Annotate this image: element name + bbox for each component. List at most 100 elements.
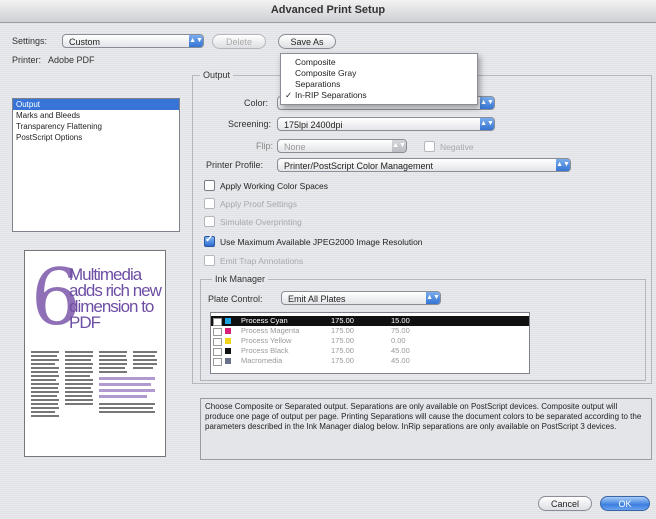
ink-name: Process Magenta	[241, 326, 300, 335]
menu-item-composite[interactable]: Composite	[281, 57, 477, 68]
save-as-button[interactable]: Save As	[278, 34, 336, 49]
menu-item-label: In-RIP Separations	[295, 90, 367, 100]
menu-item-composite-gray[interactable]: Composite Gray	[281, 68, 477, 79]
simulate-overprinting-label: Simulate Overprinting	[220, 216, 302, 227]
printer-profile-label: Printer Profile:	[206, 160, 264, 170]
ink-name: Process Black	[241, 346, 289, 355]
printer-label: Printer:	[12, 55, 42, 65]
menu-item-label: Composite	[295, 57, 336, 67]
chevron-updown-icon: ▲▼	[426, 292, 440, 304]
ink-row[interactable]: Macromedia 175.00 45.00	[211, 356, 529, 366]
apply-working-color-spaces-label: Apply Working Color Spaces	[220, 180, 329, 191]
preview-body-text	[31, 351, 157, 417]
apply-proof-settings-label: Apply Proof Settings	[220, 198, 298, 209]
ink-frequency: 175.00	[331, 356, 354, 365]
settings-popup[interactable]: Custom ▲▼	[62, 34, 204, 48]
ink-angle: 0.00	[391, 336, 406, 345]
emit-trap-annotations-label: Emit Trap Annotations	[220, 255, 304, 266]
screening-popup[interactable]: 175lpi 2400dpi ▲▼	[277, 117, 495, 131]
section-item-output[interactable]: Output	[13, 99, 179, 110]
ink-name: Macromedia	[241, 356, 283, 365]
checkbox-box[interactable]	[204, 216, 215, 227]
title-bar: Advanced Print Setup	[0, 0, 656, 23]
ink-swatch	[225, 348, 231, 354]
apply-working-color-spaces-checkbox[interactable]: Apply Working Color Spaces	[204, 180, 328, 191]
print-toggle[interactable]	[213, 358, 222, 366]
apply-proof-settings-checkbox[interactable]: Apply Proof Settings	[204, 198, 297, 209]
checkbox-box[interactable]	[424, 141, 435, 152]
chevron-updown-icon: ▲▼	[392, 140, 406, 152]
ink-list[interactable]: Process Cyan 175.00 15.00 Process Magent…	[210, 312, 530, 374]
section-item-transparency-flattening[interactable]: Transparency Flattening	[13, 121, 179, 132]
ok-button[interactable]: OK	[600, 496, 650, 511]
ink-row[interactable]: Process Yellow 175.00 0.00	[211, 336, 529, 346]
ink-frequency: 175.00	[331, 346, 354, 355]
ink-row[interactable]: Process Black 175.00 45.00	[211, 346, 529, 356]
printer-profile-value: Printer/PostScript Color Management	[284, 161, 434, 171]
ink-manager-label: Ink Manager	[212, 274, 269, 284]
print-toggle[interactable]	[213, 348, 222, 356]
ink-row[interactable]: Process Cyan 175.00 15.00	[211, 316, 529, 326]
chevron-updown-icon: ▲▼	[480, 97, 494, 109]
ink-swatch	[225, 318, 231, 324]
page-preview: 6 Multimedia adds rich new dimension to …	[10, 240, 182, 465]
ink-angle: 45.00	[391, 346, 410, 355]
chevron-updown-icon: ▲▼	[189, 35, 203, 47]
flip-value: None	[284, 142, 306, 152]
cancel-button[interactable]: Cancel	[538, 496, 592, 511]
ink-name: Process Cyan	[241, 316, 288, 325]
use-max-jpeg2000-checkbox[interactable]: Use Maximum Available JPEG2000 Image Res…	[204, 234, 423, 247]
output-group-label: Output	[200, 70, 234, 80]
negative-checkbox[interactable]: Negative	[424, 141, 474, 152]
plate-control-label: Plate Control:	[208, 294, 263, 304]
menu-item-in-rip-separations[interactable]: ✓ In-RIP Separations	[281, 90, 477, 101]
negative-label: Negative	[440, 141, 474, 152]
chevron-updown-icon: ▲▼	[480, 118, 494, 130]
checkbox-box[interactable]	[204, 198, 215, 209]
color-label: Color:	[244, 98, 269, 108]
checkbox-box[interactable]	[204, 255, 215, 266]
delete-button[interactable]: Delete	[212, 34, 266, 49]
ink-angle: 15.00	[391, 316, 410, 325]
flip-popup[interactable]: None ▲▼	[277, 139, 407, 153]
settings-value: Custom	[69, 37, 101, 47]
print-toggle[interactable]	[213, 318, 222, 326]
checkbox-box[interactable]	[204, 180, 215, 191]
window-title: Advanced Print Setup	[270, 4, 386, 16]
ink-angle: 45.00	[391, 356, 410, 365]
color-dropdown-menu: Composite Composite Gray Separations ✓ In…	[280, 53, 478, 105]
use-max-jpeg2000-label: Use Maximum Available JPEG2000 Image Res…	[220, 236, 423, 247]
ink-frequency: 175.00	[331, 316, 354, 325]
ink-row[interactable]: Process Magenta 175.00 75.00	[211, 326, 529, 336]
flip-label: Flip:	[256, 141, 274, 151]
menu-item-label: Separations	[295, 79, 341, 89]
plate-control-popup[interactable]: Emit All Plates ▲▼	[281, 291, 441, 305]
menu-item-separations[interactable]: Separations	[281, 79, 477, 90]
menu-item-label: Composite Gray	[295, 68, 357, 78]
print-toggle[interactable]	[213, 338, 222, 346]
description-text: Choose Composite or Separated output. Se…	[200, 398, 652, 460]
ink-name: Process Yellow	[241, 336, 292, 345]
printer-profile-popup[interactable]: Printer/PostScript Color Management ▲▼	[277, 158, 571, 172]
preview-headline: Multimedia adds rich new dimension to PD…	[69, 265, 162, 332]
printer-value: Adobe PDF	[48, 55, 95, 65]
screening-label: Screening:	[228, 119, 272, 129]
settings-label: Settings:	[12, 36, 48, 46]
emit-trap-annotations-checkbox[interactable]: Emit Trap Annotations	[204, 255, 303, 266]
checkbox-box[interactable]	[204, 234, 215, 247]
ink-frequency: 175.00	[331, 336, 354, 345]
simulate-overprinting-checkbox[interactable]: Simulate Overprinting	[204, 216, 302, 227]
print-toggle[interactable]	[213, 328, 222, 336]
ink-swatch	[225, 338, 231, 344]
section-item-marks-and-bleeds[interactable]: Marks and Bleeds	[13, 110, 179, 121]
plate-control-value: Emit All Plates	[288, 294, 346, 304]
screening-value: 175lpi 2400dpi	[284, 120, 343, 130]
ink-frequency: 175.00	[331, 326, 354, 335]
ink-swatch	[225, 358, 231, 364]
advanced-print-setup-window: Advanced Print Setup Settings: Custom ▲▼…	[0, 0, 656, 519]
preview-page: 6 Multimedia adds rich new dimension to …	[24, 250, 166, 457]
section-list[interactable]: Output Marks and Bleeds Transparency Fla…	[12, 98, 180, 232]
ink-angle: 75.00	[391, 326, 410, 335]
checkmark-icon: ✓	[285, 90, 293, 100]
section-item-postscript-options[interactable]: PostScript Options	[13, 132, 179, 143]
